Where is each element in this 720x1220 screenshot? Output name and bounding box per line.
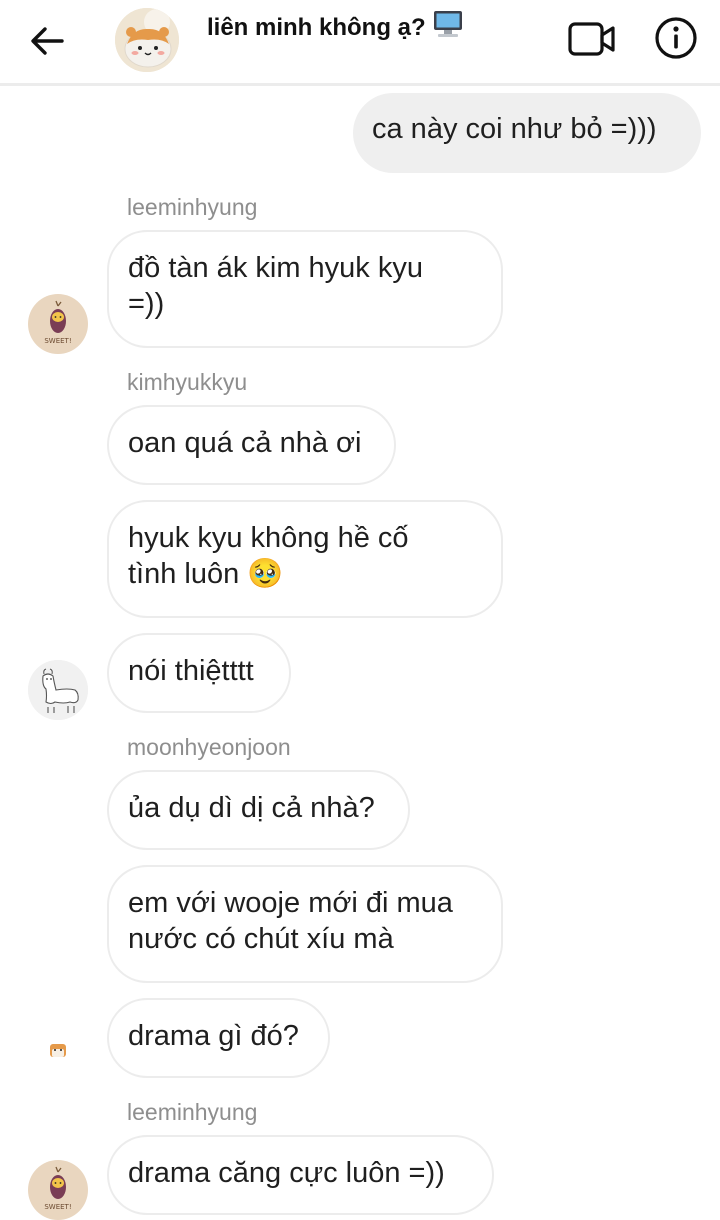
chat-header: liên minh không ạ? [0, 0, 720, 86]
message-text-line: nước có chút xíu mà [128, 923, 394, 955]
message-text-line: =)) [128, 288, 165, 320]
message-text: drama căng cực luôn =)) [128, 1157, 445, 1189]
pleading-face-emoji: 🥹 [247, 558, 284, 590]
group-title-text: liên minh không ạ? [207, 14, 426, 41]
incoming-message-bubble[interactable]: drama căng cực luôn =)) [107, 1135, 494, 1215]
sweet-potato-avatar-image: SWEET! [28, 294, 88, 354]
avatar-label: SWEET! [44, 337, 71, 345]
incoming-message-bubble[interactable]: hyuk kyu không hề cố tình luôn 🥹 [107, 500, 503, 618]
message-text-line: đồ tàn ák kim hyuk kyu [128, 252, 423, 284]
video-call-button[interactable] [567, 18, 617, 60]
message-text: drama gì đó? [128, 1020, 299, 1052]
incoming-message-bubble[interactable]: oan quá cả nhà ơi [107, 405, 396, 485]
message-text-line-text: tình luôn [128, 558, 240, 590]
incoming-message-bubble[interactable]: đồ tàn ák kim hyuk kyu =)) [107, 230, 503, 348]
group-avatar[interactable] [115, 8, 179, 72]
message-text: ủa dụ dì dị cả nhà? [128, 792, 375, 824]
conversation-info-button[interactable] [654, 16, 698, 60]
avatar-label: SWEET! [44, 1203, 71, 1211]
message-text-line: em với wooje mới đi mua [128, 887, 453, 919]
llama-avatar-image [28, 660, 88, 720]
hamster-avatar-image [28, 1021, 88, 1081]
outgoing-message-bubble[interactable]: ca này coi như bỏ =))) [353, 93, 701, 173]
sweet-potato-avatar[interactable]: SWEET! [28, 1160, 88, 1220]
back-button[interactable] [26, 20, 68, 62]
message-text-line: hyuk kyu không hề cố [128, 522, 409, 554]
incoming-message-bubble[interactable]: ủa dụ dì dị cả nhà? [107, 770, 410, 850]
group-title[interactable]: liên minh không ạ? [207, 9, 464, 46]
message-text: ca này coi như bỏ =))) [372, 113, 657, 145]
desktop-computer-icon [432, 9, 464, 46]
info-icon [655, 17, 697, 59]
llama-avatar[interactable] [28, 660, 88, 720]
incoming-message-bubble[interactable]: nói thiệtttt [107, 633, 291, 713]
sender-name: leeminhyung [127, 1099, 258, 1125]
sweet-potato-avatar-image: SWEET! [28, 1160, 88, 1220]
hamster-avatar-image [115, 8, 179, 72]
message-text-line: tình luôn 🥹 [128, 556, 482, 592]
message-text: oan quá cả nhà ơi [128, 427, 362, 459]
sender-name: moonhyeonjoon [127, 734, 291, 760]
sender-name: leeminhyung [127, 194, 258, 220]
hamster-avatar[interactable] [28, 1021, 88, 1081]
sender-name: kimhyukkyu [127, 369, 248, 395]
incoming-message-bubble[interactable]: em với wooje mới đi mua nước có chút xíu… [107, 865, 503, 983]
arrow-left-icon [31, 27, 64, 55]
sweet-potato-avatar[interactable]: SWEET! [28, 294, 88, 354]
video-camera-icon [568, 22, 615, 56]
incoming-message-bubble[interactable]: drama gì đó? [107, 998, 330, 1078]
message-text: nói thiệtttt [128, 655, 254, 687]
